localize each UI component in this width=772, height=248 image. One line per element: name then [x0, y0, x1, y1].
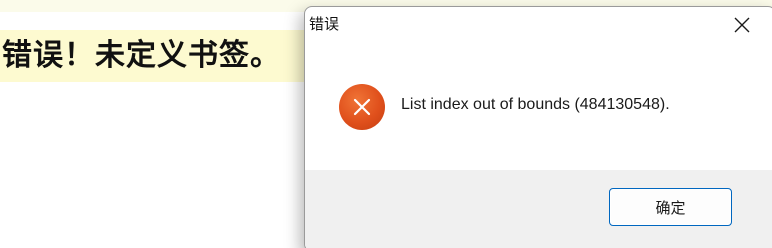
document-error-text: 错误！未定义书签。: [2, 38, 281, 73]
error-icon: [339, 84, 385, 130]
dialog-titlebar[interactable]: 错误: [305, 7, 772, 41]
error-dialog: 错误 List index out of bounds (484130548).…: [304, 6, 772, 248]
dialog-footer: 确定: [305, 170, 772, 248]
close-icon: [734, 17, 750, 33]
dialog-title: 错误: [309, 15, 340, 33]
ok-button[interactable]: 确定: [609, 188, 732, 226]
close-button[interactable]: [719, 9, 765, 41]
error-message: List index out of bounds (484130548).: [401, 96, 670, 113]
screen: 错误！未定义书签。 错误 List index out of bounds (4…: [0, 0, 772, 248]
dialog-body: List index out of bounds (484130548).: [305, 41, 772, 170]
ok-button-label: 确定: [655, 198, 686, 217]
